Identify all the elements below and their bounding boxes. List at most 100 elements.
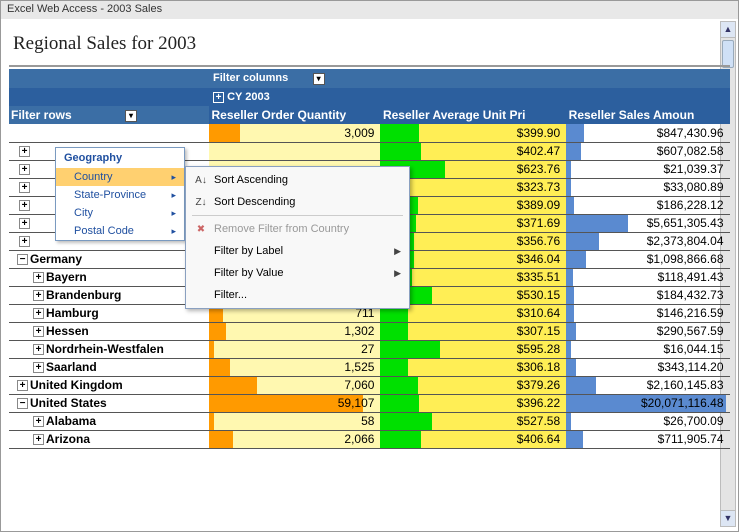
remove-filter-icon: ✖ — [192, 224, 210, 235]
numeric-cell: $2,373,804.04 — [566, 232, 729, 250]
row-label[interactable]: +Bayern — [9, 268, 209, 286]
numeric-cell: $290,567.59 — [566, 322, 729, 340]
expand-icon[interactable]: + — [33, 344, 44, 355]
row-label-text: Arizona — [46, 432, 90, 446]
expand-icon[interactable]: + — [33, 290, 44, 301]
row-label-text: Hamburg — [46, 306, 99, 320]
row-label[interactable]: −United States — [9, 394, 209, 412]
row-label-text: United States — [30, 396, 107, 410]
row-label-text: Germany — [30, 252, 82, 266]
chevron-right-icon: ▸ — [171, 172, 176, 183]
numeric-cell: $2,160,145.83 — [566, 376, 729, 394]
collapse-icon[interactable]: − — [17, 398, 28, 409]
row-label-text: Hessen — [46, 324, 89, 338]
expand-icon[interactable]: + — [33, 308, 44, 319]
col-header-avg[interactable]: Reseller Average Unit Pri — [380, 106, 566, 124]
expand-icon[interactable]: + — [19, 236, 30, 247]
menu-filter-by-value[interactable]: Filter by Value ▶ — [188, 262, 407, 284]
numeric-cell: $5,651,305.43 — [566, 214, 729, 232]
row-label-text: Alabama — [46, 414, 96, 428]
numeric-cell: $399.90 — [380, 124, 566, 142]
row-label[interactable]: +Alabama — [9, 412, 209, 430]
numeric-cell: $306.18 — [380, 358, 566, 376]
numeric-cell: $307.15 — [380, 322, 566, 340]
expand-icon[interactable]: + — [19, 218, 30, 229]
expand-icon[interactable]: + — [19, 146, 30, 157]
row-label-text: Bayern — [46, 270, 87, 284]
expand-icon[interactable]: + — [19, 164, 30, 175]
numeric-cell: $20,071,116.48 — [566, 394, 729, 412]
menu-sort-ascending[interactable]: A↓ Sort Ascending — [188, 169, 407, 191]
col-header-qty[interactable]: Reseller Order Quantity — [209, 106, 380, 124]
numeric-cell: 2,066 — [209, 430, 380, 448]
row-label[interactable]: +United Kingdom — [9, 376, 209, 394]
numeric-cell: 58 — [209, 412, 380, 430]
hier-item-state-province[interactable]: State-Province▸ — [56, 186, 184, 204]
filter-context-menu[interactable]: A↓ Sort Ascending Z↓ Sort Descending ✖ R… — [185, 166, 410, 309]
page-title: Regional Sales for 2003 — [9, 25, 730, 67]
expand-icon[interactable]: + — [19, 182, 30, 193]
table-row: +Arizona2,066$406.64$711,905.74 — [9, 430, 730, 448]
hier-item-city[interactable]: City▸ — [56, 204, 184, 222]
numeric-cell: 27 — [209, 340, 380, 358]
numeric-cell: $406.64 — [380, 430, 566, 448]
expand-cy-icon[interactable]: + — [213, 92, 224, 103]
numeric-cell: $379.26 — [380, 376, 566, 394]
cy-row: + CY 2003 — [9, 88, 730, 106]
geography-hierarchy-menu[interactable]: Geography Country▸State-Province▸City▸Po… — [55, 147, 185, 241]
expand-icon[interactable]: + — [33, 416, 44, 427]
hier-item-postal-code[interactable]: Postal Code▸ — [56, 222, 184, 240]
row-label[interactable]: +Brandenburg — [9, 286, 209, 304]
expand-icon[interactable]: + — [19, 200, 30, 211]
numeric-cell: $21,039.37 — [566, 160, 729, 178]
numeric-cell: 3,009 — [209, 124, 380, 142]
filter-columns-label: Filter columns — [213, 72, 288, 84]
column-headers-row: Filter rows ▾ Reseller Order Quantity Re… — [9, 106, 730, 124]
row-label[interactable]: +Arizona — [9, 430, 209, 448]
chevron-right-icon: ▸ — [171, 190, 176, 201]
expand-icon[interactable]: + — [33, 434, 44, 445]
row-label[interactable]: +Hamburg — [9, 304, 209, 322]
menu-filter-by-label[interactable]: Filter by Label ▶ — [188, 240, 407, 262]
numeric-cell: $527.58 — [380, 412, 566, 430]
menu-remove-filter: ✖ Remove Filter from Country — [188, 218, 407, 240]
numeric-cell: $847,430.96 — [566, 124, 729, 142]
collapse-icon[interactable]: − — [17, 254, 28, 265]
expand-icon[interactable]: + — [17, 380, 28, 391]
table-row: +Nordrhein-Westfalen27$595.28$16,044.15 — [9, 340, 730, 358]
numeric-cell: $184,432.73 — [566, 286, 729, 304]
numeric-cell: $402.47 — [380, 142, 566, 160]
expand-icon[interactable]: + — [33, 362, 44, 373]
sort-asc-icon: A↓ — [192, 175, 210, 186]
row-label[interactable]: +Hessen — [9, 322, 209, 340]
row-label[interactable]: +Saarland — [9, 358, 209, 376]
app-title-text: Excel Web Access - 2003 Sales — [7, 3, 162, 15]
filter-columns-row: Filter columns ▾ — [9, 69, 730, 88]
sort-desc-icon: Z↓ — [192, 197, 210, 208]
row-label[interactable]: −Germany — [9, 250, 209, 268]
expand-icon[interactable]: + — [33, 272, 44, 283]
filter-funnel-icon[interactable]: ▾ — [313, 73, 325, 85]
numeric-cell: $396.22 — [380, 394, 566, 412]
table-row: +Alabama58$527.58$26,700.09 — [9, 412, 730, 430]
menu-sort-descending[interactable]: Z↓ Sort Descending — [188, 191, 407, 213]
hier-item-country[interactable]: Country▸ — [56, 168, 184, 186]
cy-label: CY 2003 — [227, 91, 270, 103]
row-label-text: United Kingdom — [30, 378, 123, 392]
filter-rows-dropdown[interactable]: ▾ — [125, 110, 137, 122]
numeric-cell: $595.28 — [380, 340, 566, 358]
row-label[interactable]: +Nordrhein-Westfalen — [9, 340, 209, 358]
hier-menu-title: Geography — [56, 148, 184, 168]
expand-icon[interactable]: + — [33, 326, 44, 337]
col-header-sales[interactable]: Reseller Sales Amoun — [566, 106, 729, 124]
row-label-text: Saarland — [46, 360, 97, 374]
numeric-cell: $33,080.89 — [566, 178, 729, 196]
numeric-cell: $711,905.74 — [566, 430, 729, 448]
numeric-cell: 1,302 — [209, 322, 380, 340]
row-label-text: Brandenburg — [46, 288, 121, 302]
numeric-cell: $146,216.59 — [566, 304, 729, 322]
numeric-cell: $1,098,866.68 — [566, 250, 729, 268]
numeric-cell: $186,228.12 — [566, 196, 729, 214]
menu-filter[interactable]: Filter... — [188, 284, 407, 306]
numeric-cell: $343,114.20 — [566, 358, 729, 376]
